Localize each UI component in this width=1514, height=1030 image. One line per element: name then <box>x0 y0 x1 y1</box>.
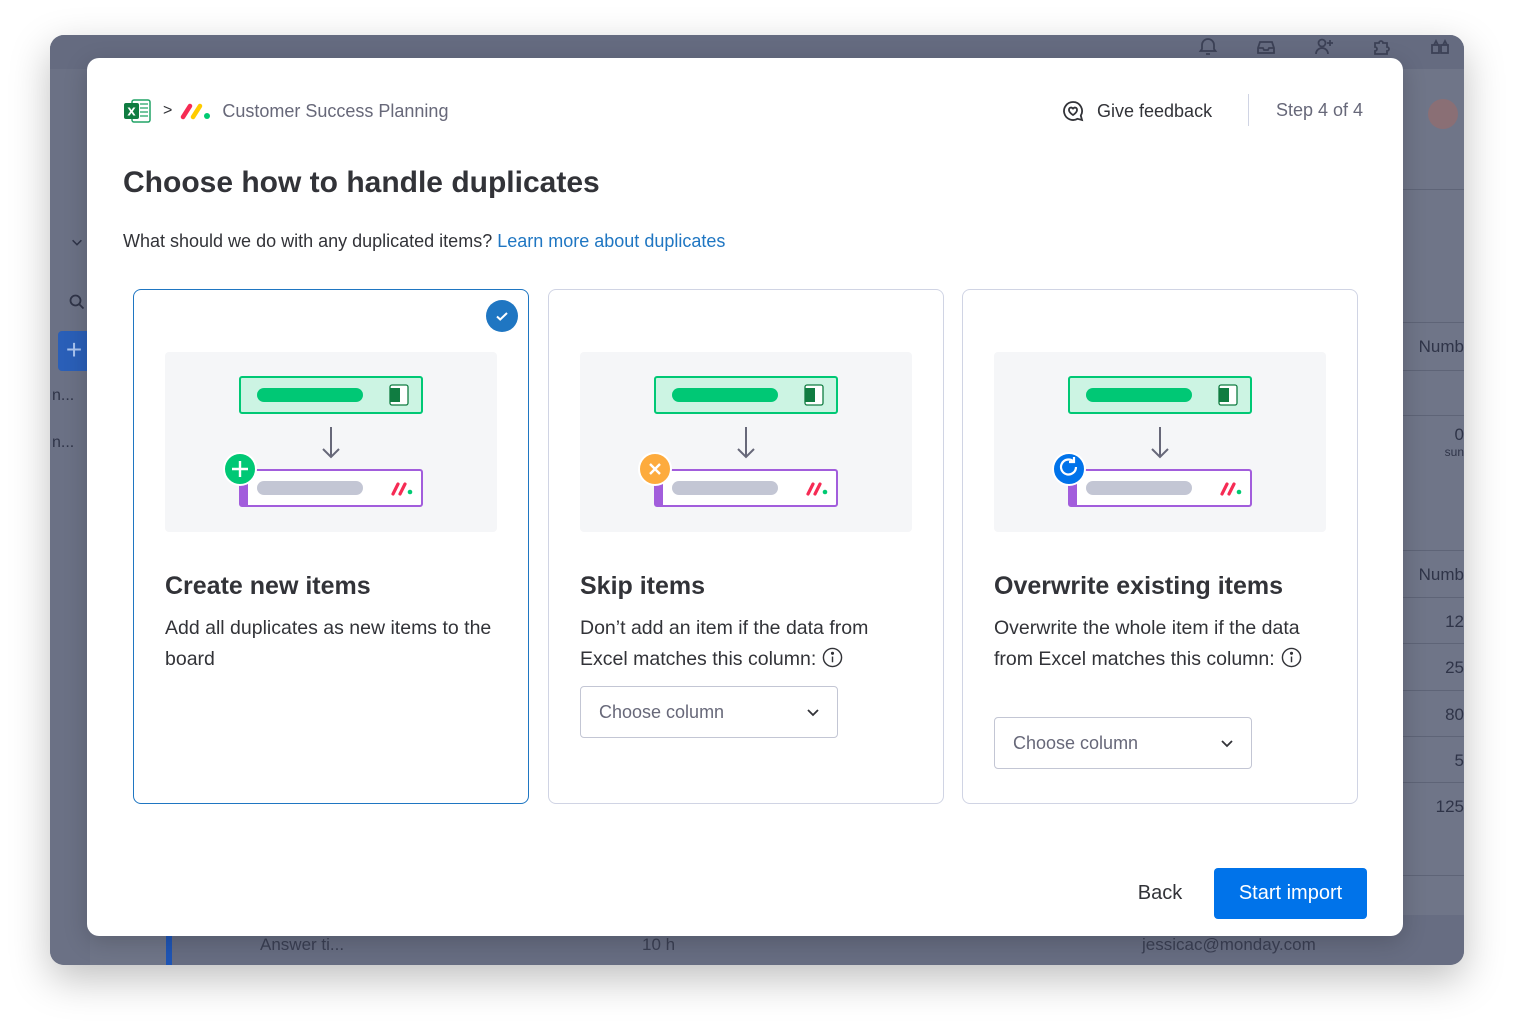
column-header-number: Numb <box>1418 337 1464 356</box>
option-description: Don’t add an item if the data from Excel… <box>580 613 920 675</box>
cell-number: 125 <box>1435 797 1464 816</box>
divider <box>1402 370 1464 371</box>
sidebar-item-truncated[interactable]: n... <box>52 387 74 405</box>
divider <box>1402 736 1464 737</box>
search-icon[interactable] <box>68 293 86 311</box>
apps-icon[interactable] <box>1428 35 1452 59</box>
divider <box>1402 875 1464 876</box>
step-indicator: Step 4 of 4 <box>1276 100 1364 120</box>
option-title: Create new items <box>165 572 371 600</box>
cell-number: 12 <box>1445 612 1464 631</box>
divider <box>1402 189 1464 190</box>
info-icon[interactable] <box>1281 647 1302 668</box>
skip-illustration <box>580 352 912 532</box>
chevron-down-icon[interactable] <box>70 235 84 249</box>
option-card-skip-items[interactable]: Skip items Don’t add an item if the data… <box>548 289 944 804</box>
inbox-icon[interactable] <box>1254 35 1278 59</box>
divider <box>1402 550 1464 551</box>
select-placeholder: Choose column <box>1013 733 1139 753</box>
add-item-button[interactable]: + <box>58 331 90 371</box>
divider <box>1402 690 1464 691</box>
cell-number: 25 <box>1445 658 1464 677</box>
cell-number: 80 <box>1445 705 1464 724</box>
svg-text:X: X <box>127 106 136 119</box>
chevron-down-icon <box>805 704 821 720</box>
option-description: Overwrite the whole item if the data fro… <box>994 613 1314 675</box>
divider <box>1402 643 1464 644</box>
left-sidebar <box>50 69 90 965</box>
select-placeholder: Choose column <box>599 702 725 722</box>
learn-more-link[interactable]: Learn more about duplicates <box>497 231 725 251</box>
overwrite-illustration <box>994 352 1326 532</box>
selected-check-icon <box>486 300 518 332</box>
option-card-create-new-items[interactable]: Create new items Add all duplicates as n… <box>133 289 529 804</box>
back-button[interactable]: Back <box>1117 868 1203 918</box>
breadcrumb: X > Customer Success Planning <box>123 96 448 126</box>
item-name[interactable]: Answer ti... <box>260 935 344 955</box>
divider <box>1402 322 1464 323</box>
breadcrumb-separator: > <box>163 102 173 119</box>
invite-members-icon[interactable] <box>1312 35 1336 59</box>
summary-value: 0 <box>1454 425 1464 444</box>
info-icon[interactable] <box>822 647 843 668</box>
option-description-text: Overwrite the whole item if the data fro… <box>994 617 1300 670</box>
option-title: Skip items <box>580 572 706 600</box>
header-divider <box>1248 94 1249 126</box>
cell-number: 5 <box>1454 751 1464 770</box>
summary-label: sun <box>1444 445 1464 459</box>
email-cell[interactable]: jessicac@monday.com <box>1142 935 1316 955</box>
start-import-button[interactable]: Start import <box>1214 868 1367 919</box>
divider <box>1402 782 1464 783</box>
board-name: Customer Success Planning <box>222 100 449 121</box>
option-title: Overwrite existing items <box>994 572 1284 600</box>
feedback-chat-icon <box>1061 99 1085 123</box>
bell-icon[interactable] <box>1196 35 1220 59</box>
page-title: Choose how to handle duplicates <box>123 166 600 199</box>
excel-icon: X <box>123 98 151 124</box>
divider <box>1402 415 1464 416</box>
give-feedback-label: Give feedback <box>1097 100 1213 121</box>
import-duplicates-modal: X > Customer Success Planning Give feedb… <box>87 58 1403 936</box>
chevron-down-icon <box>1219 735 1235 751</box>
duplicates-question: What should we do with any duplicated it… <box>123 231 725 252</box>
puzzle-icon[interactable] <box>1370 35 1394 59</box>
choose-column-select[interactable]: Choose column <box>994 717 1252 769</box>
question-text: What should we do with any duplicated it… <box>123 231 493 251</box>
create-new-illustration <box>165 352 497 532</box>
avatar[interactable] <box>1428 99 1458 129</box>
hours-cell: 10 h <box>642 935 676 954</box>
monday-logo-icon <box>180 101 212 121</box>
column-header-number: Numb <box>1418 565 1464 584</box>
give-feedback-button[interactable]: Give feedback <box>1061 96 1212 126</box>
divider <box>1402 597 1464 598</box>
option-description: Add all duplicates as new items to the b… <box>165 617 492 670</box>
option-card-overwrite-items[interactable]: Overwrite existing items Overwrite the w… <box>962 289 1358 804</box>
choose-column-select[interactable]: Choose column <box>580 686 838 738</box>
sidebar-item-truncated[interactable]: n... <box>52 434 74 452</box>
